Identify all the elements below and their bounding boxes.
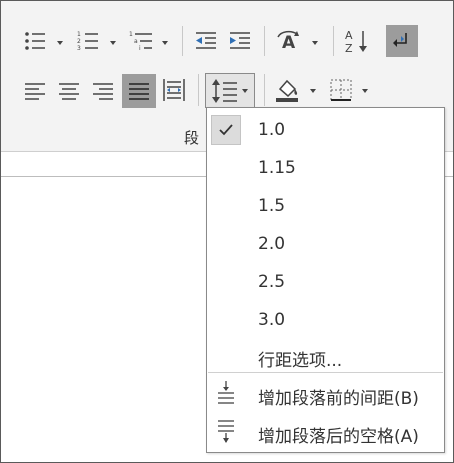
space-after-icon [218, 420, 234, 443]
borders-icon [330, 79, 352, 101]
line-spacing-option-3-0[interactable]: 3.0 [207, 301, 444, 339]
menu-separator [208, 372, 443, 373]
distributed-button[interactable] [160, 76, 188, 104]
justify-button[interactable] [122, 74, 156, 108]
option-label: 1.15 [258, 158, 296, 178]
add-space-before-item[interactable]: 增加段落前的间距(B) [207, 375, 444, 413]
shading-icon [276, 79, 298, 102]
line-spacing-icon [212, 78, 237, 103]
chinese-layout-icon: A [277, 30, 299, 53]
svg-text:3: 3 [77, 45, 81, 52]
option-label: 增加段落后的空格(A) [258, 427, 419, 447]
align-center-icon [59, 83, 79, 100]
line-spacing-menu: 1.0 1.15 1.5 2.0 2.5 3.0 行距选项... 增加段落前的间… [206, 107, 445, 453]
line-spacing-option-1-5[interactable]: 1.5 [207, 187, 444, 225]
multilevel-dropdown-icon[interactable] [162, 41, 168, 45]
toolbar-separator [264, 74, 265, 106]
space-before-icon [218, 381, 234, 404]
multilevel-list-icon: 1 a i [129, 31, 152, 52]
line-spacing-dropdown-icon [242, 88, 248, 93]
svg-text:1: 1 [129, 31, 133, 38]
show-paragraph-marks-icon [393, 33, 407, 47]
bullets-button[interactable] [20, 28, 50, 54]
svg-text:a: a [134, 38, 138, 45]
shading-button[interactable] [272, 76, 302, 104]
option-label: 3.0 [258, 310, 286, 330]
justify-icon [129, 83, 149, 100]
sort-button[interactable]: A Z [343, 26, 371, 56]
sort-icon: A Z [345, 29, 367, 55]
svg-text:i: i [139, 45, 141, 52]
toolbar-separator [264, 26, 265, 56]
align-right-icon [93, 83, 113, 100]
toolbar-separator [182, 26, 183, 56]
show-paragraph-marks-button[interactable] [386, 25, 418, 57]
increase-indent-button[interactable] [226, 28, 254, 54]
chinese-layout-button[interactable]: A [274, 28, 308, 54]
option-label: 行距选项... [258, 351, 343, 371]
borders-dropdown-icon[interactable] [362, 89, 368, 93]
increase-indent-icon [230, 32, 250, 49]
line-spacing-option-2-5[interactable]: 2.5 [207, 263, 444, 301]
svg-text:2: 2 [77, 38, 81, 45]
toolbar-separator [333, 26, 334, 56]
svg-text:A: A [345, 29, 353, 42]
line-spacing-option-1-0[interactable]: 1.0 [207, 111, 444, 149]
align-left-button[interactable] [20, 78, 50, 104]
bullets-dropdown-icon[interactable] [57, 41, 63, 45]
add-space-after-item[interactable]: 增加段落后的空格(A) [207, 413, 444, 451]
numbering-icon: 1 2 3 [77, 31, 98, 52]
ribbon-group-label: 段 [184, 129, 200, 147]
toolbar-separator [198, 74, 199, 106]
option-label: 2.0 [258, 234, 286, 254]
line-spacing-button[interactable] [205, 73, 255, 108]
option-label: 增加段落前的间距(B) [258, 389, 419, 409]
option-label: 1.5 [258, 196, 286, 216]
checkmark-icon [219, 124, 233, 136]
svg-text:A: A [282, 33, 296, 53]
svg-text:Z: Z [345, 42, 353, 55]
svg-text:1: 1 [77, 31, 81, 38]
align-center-button[interactable] [54, 78, 84, 104]
line-spacing-option-2-0[interactable]: 2.0 [207, 225, 444, 263]
numbering-button[interactable]: 1 2 3 [73, 28, 103, 54]
option-label: 2.5 [258, 272, 286, 292]
multilevel-list-button[interactable]: 1 a i [126, 28, 158, 54]
distributed-icon [163, 79, 185, 101]
checkmark-box [211, 115, 241, 145]
align-right-button[interactable] [88, 78, 118, 104]
chinese-layout-dropdown-icon[interactable] [312, 41, 318, 45]
line-spacing-option-1-15[interactable]: 1.15 [207, 149, 444, 187]
shading-dropdown-icon[interactable] [310, 89, 316, 93]
numbering-dropdown-icon[interactable] [110, 41, 116, 45]
decrease-indent-icon [196, 32, 216, 49]
line-spacing-options-item[interactable]: 行距选项... [207, 337, 444, 375]
borders-button[interactable] [326, 76, 356, 104]
align-left-icon [25, 83, 45, 100]
decrease-indent-button[interactable] [192, 28, 220, 54]
option-label: 1.0 [258, 120, 286, 140]
bullets-icon [25, 32, 45, 50]
